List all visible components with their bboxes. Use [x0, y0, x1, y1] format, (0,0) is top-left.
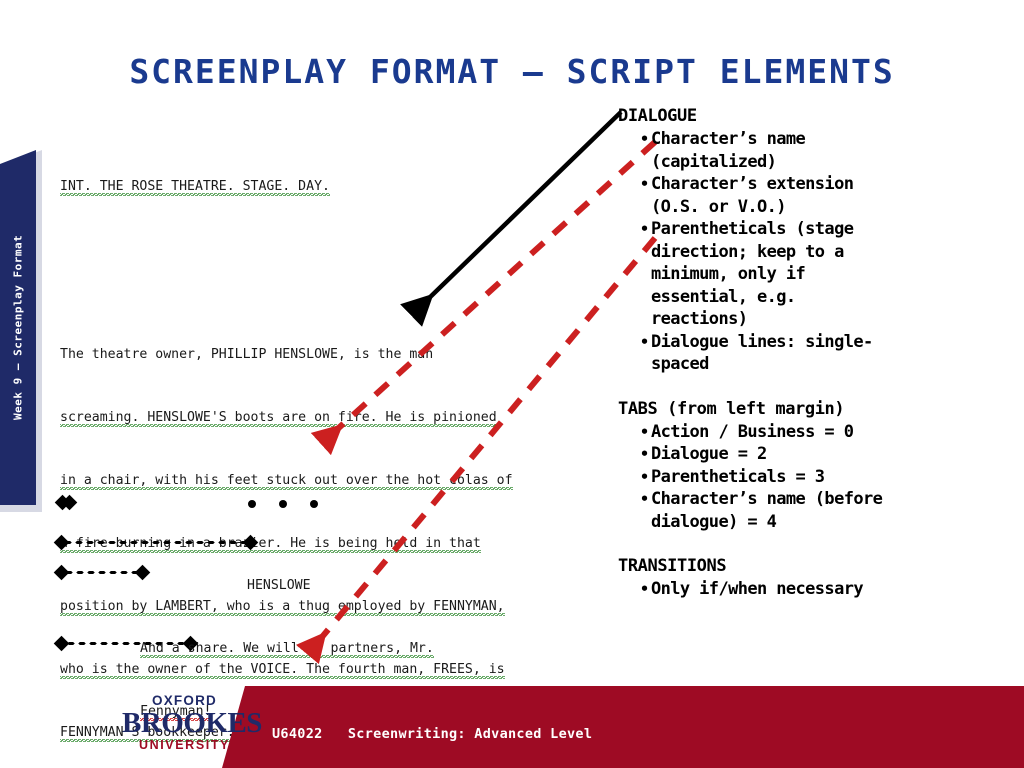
bullet-list-tabs: Action / Business = 0 Dialogue = 2 Paren… — [640, 421, 1018, 534]
list-item: Dialogue lines: single- spaced — [640, 331, 1018, 376]
logo-line-university: UNIVERSITY — [138, 737, 230, 752]
list-item: Character’s name (before dialogue) = 4 — [640, 488, 1018, 533]
bullet-list-transitions: Only if/when necessary — [640, 578, 1018, 601]
footer-course-info: U64022 Screenwriting: Advanced Level — [272, 726, 592, 742]
section-heading-tabs: TABS (from left margin) — [618, 398, 845, 419]
dot-icon — [279, 500, 287, 508]
script-character-name: HENSLOWE — [247, 578, 311, 593]
bullet-list-dialogue: Character’s name (capitalized) Character… — [640, 128, 1018, 376]
script-slugline-text: INT. THE ROSE THEATRE. STAGE. DAY. — [60, 179, 330, 196]
logo-line-brookes: BROOKES — [122, 706, 262, 739]
list-item: Parentheticals = 3 — [640, 466, 1018, 489]
list-item: Only if/when necessary — [640, 578, 1018, 601]
list-item: Action / Business = 0 — [640, 421, 1018, 444]
script-slugline: INT. THE ROSE THEATRE. STAGE. DAY. — [60, 176, 605, 197]
list-item: Dialogue = 2 — [640, 443, 1018, 466]
tab-marker-action — [54, 494, 78, 510]
notes-column: DIALOGUE Character’s name (capitalized) … — [618, 105, 1018, 601]
footer-course-code: U64022 — [272, 726, 323, 742]
page-title: SCREENPLAY FORMAT – SCRIPT ELEMENTS — [129, 52, 895, 91]
list-item: Character’s name (capitalized) — [640, 128, 1018, 173]
university-logo: OXFORD BROOKES UNIVERSITY — [122, 693, 262, 752]
section-heading-dialogue: DIALOGUE — [618, 106, 697, 126]
script-action-line: The theatre owner, PHILLIP HENSLOWE, is … — [60, 347, 434, 362]
dot-icon — [248, 500, 256, 508]
dot-icon — [310, 500, 318, 508]
slide-canvas: SCREENPLAY FORMAT – SCRIPT ELEMENTS Week… — [0, 0, 1024, 768]
side-tab — [0, 150, 36, 505]
footer-course-name: Screenwriting: Advanced Level — [347, 726, 593, 742]
script-action-line: in a chair, with his feet stuck out over… — [60, 473, 513, 490]
script-dialogue-line: And a share. We will be partners, Mr. — [140, 641, 434, 658]
section-heading-transitions: TRANSITIONS — [618, 556, 727, 576]
script-ellipsis — [248, 500, 318, 508]
list-item: Character’s extension (O.S. or V.O.) — [640, 173, 1018, 218]
script-action-line: screaming. HENSLOWE'S boots are on fire.… — [60, 410, 497, 427]
list-item: Parentheticals (stage direction; keep to… — [640, 218, 1018, 331]
logo-line-oxford: OXFORD — [152, 693, 217, 708]
